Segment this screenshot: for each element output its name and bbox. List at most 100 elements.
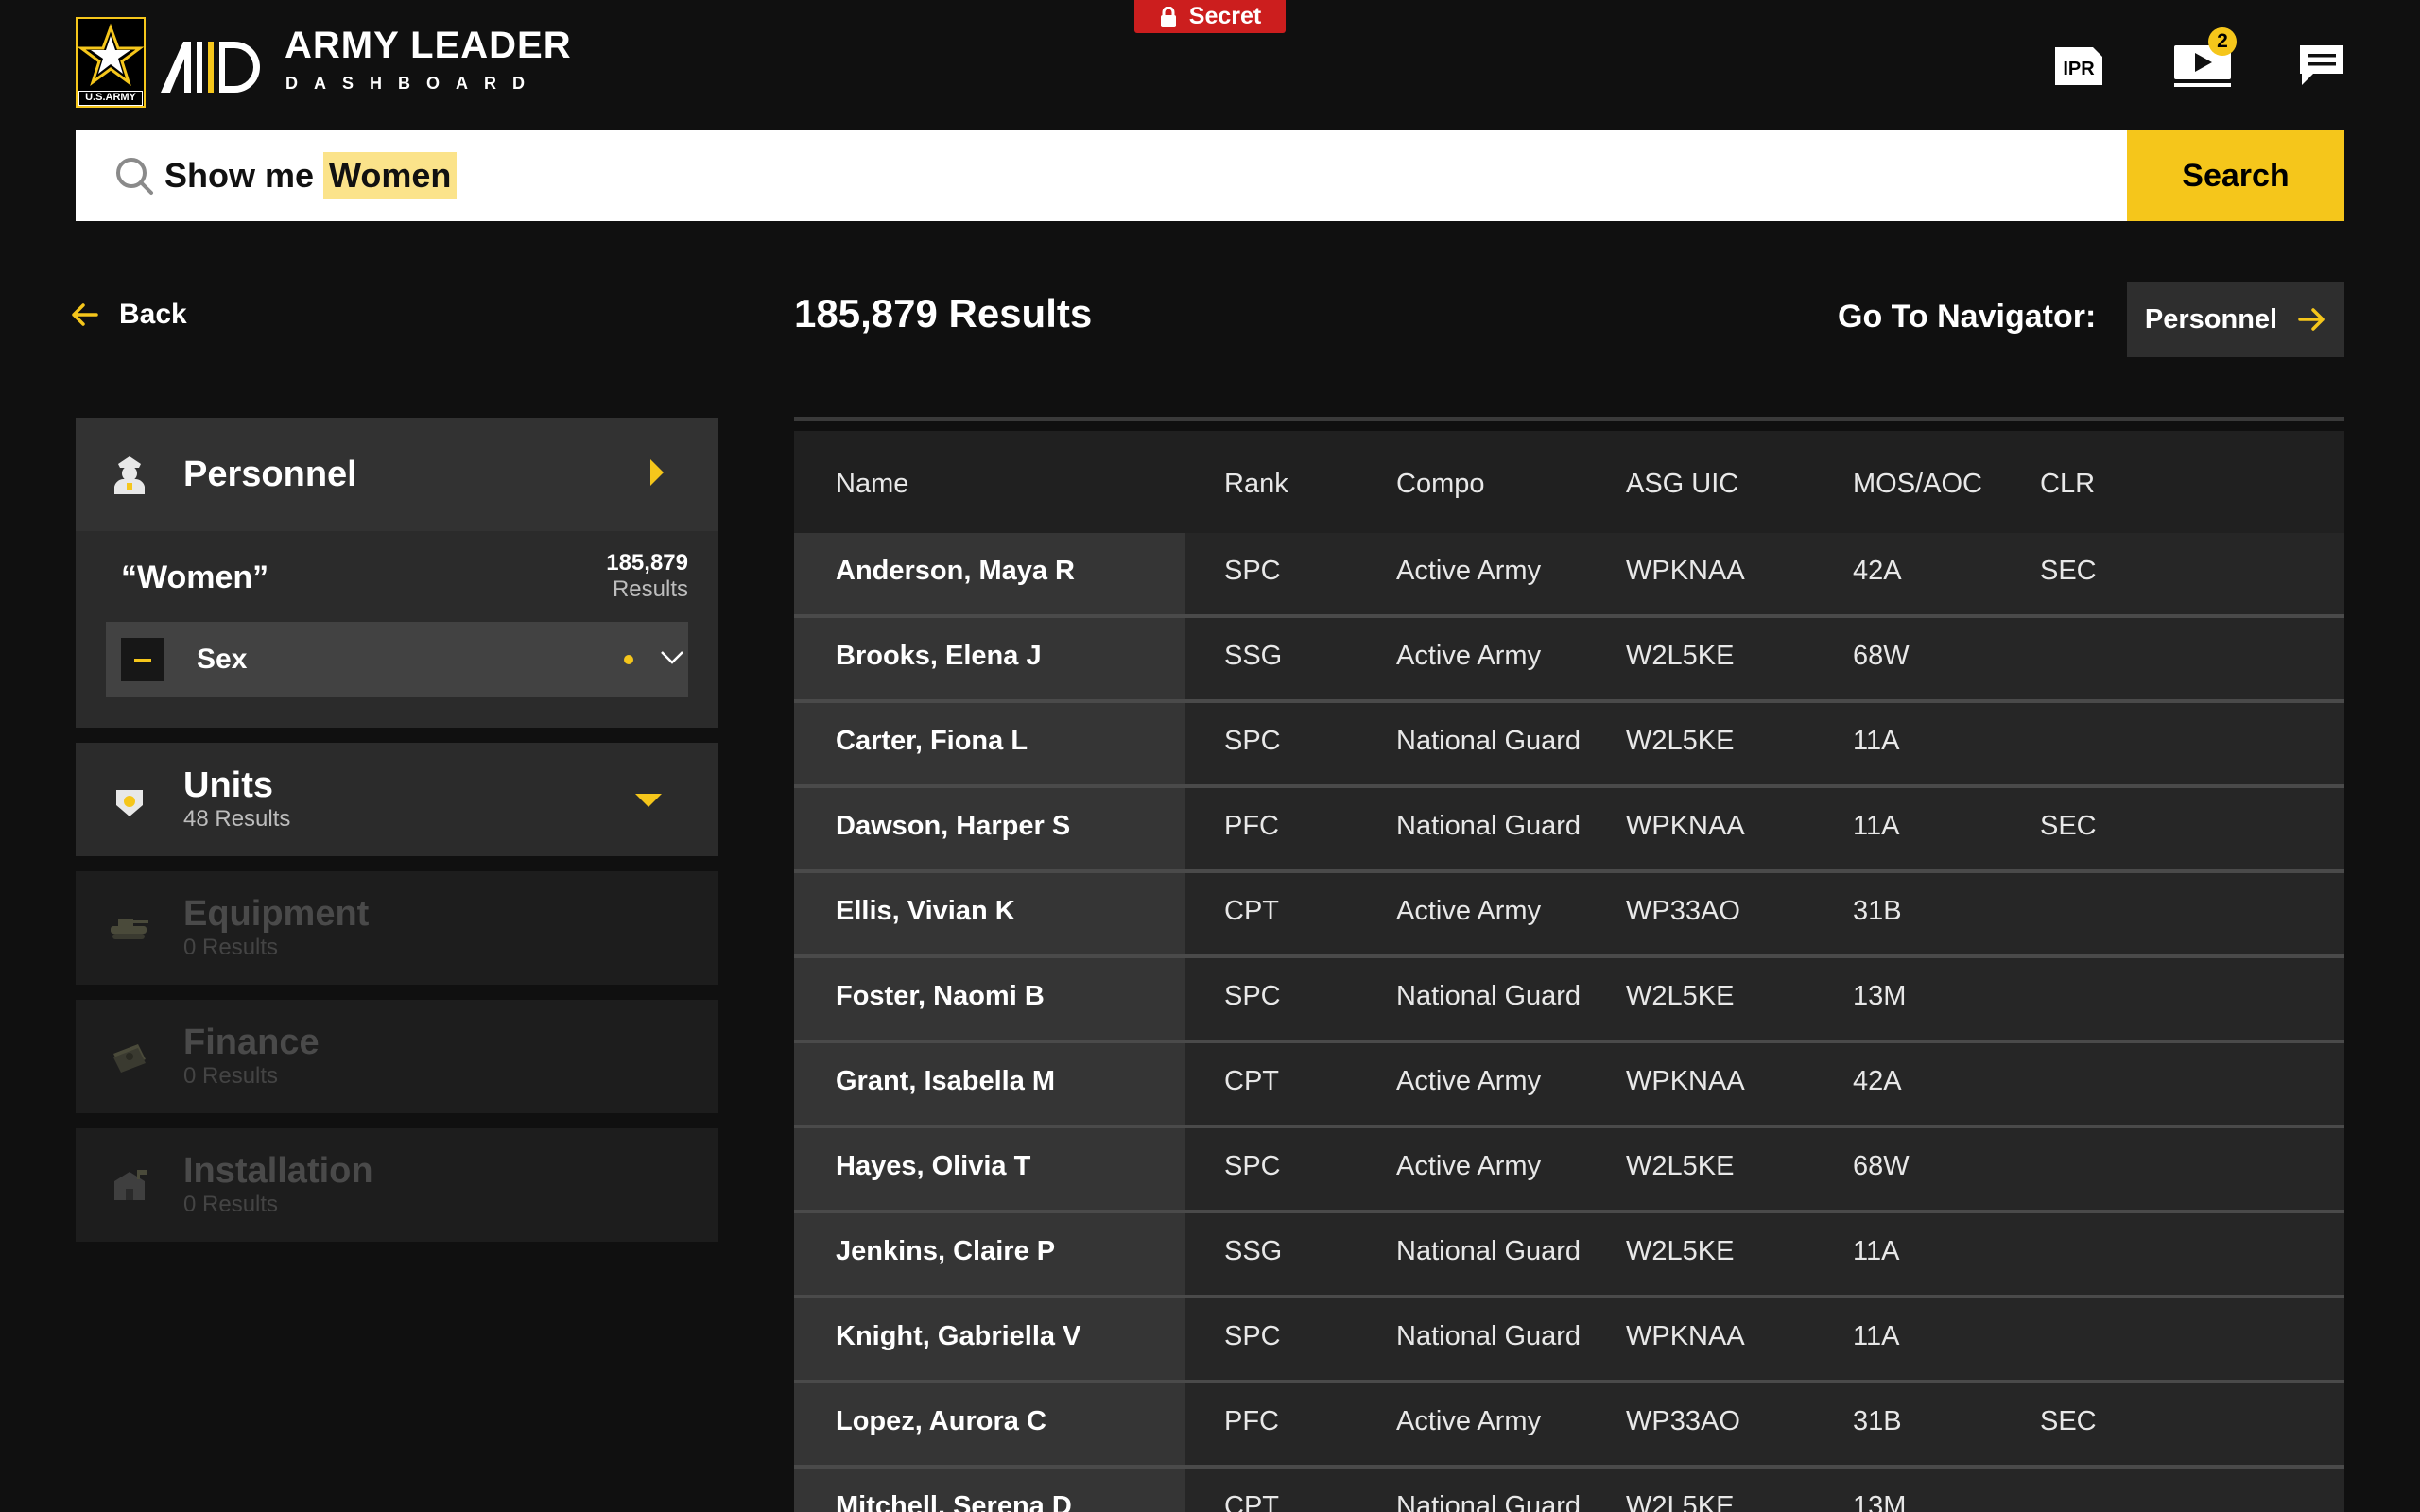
equipment-card-title: Equipment: [183, 894, 370, 934]
chevron-right-icon: [650, 459, 664, 486]
table-row[interactable]: Mitchell, Serena D CPT National Guard W2L5K…: [794, 1469, 2344, 1512]
chat-button[interactable]: [2295, 36, 2348, 93]
app-title: ARMY LEADER: [285, 25, 572, 66]
navigator-button-label: Personnel: [2144, 303, 2278, 335]
cell-name: Dawson, Harper S: [836, 811, 1071, 841]
cell-compo: National Guard: [1396, 1236, 1582, 1266]
units-card[interactable]: Units 48 Results: [76, 743, 718, 856]
table-row[interactable]: Jenkins, Claire P SSG National Guard W2L5KE…: [794, 1213, 2344, 1295]
tank-icon: [111, 919, 148, 939]
cell-compo: Active Army: [1396, 1066, 1542, 1096]
column-header-mos-aoc[interactable]: MOS/AOC: [1853, 469, 1982, 500]
table-row[interactable]: Brooks, Elena J SSG Active Army W2L5KE 68W: [794, 618, 2344, 699]
navigator-label: Go To Navigator:: [1838, 299, 2097, 335]
table-row[interactable]: Lopez, Aurora C PFC Active Army WP33AO 31B SE…: [794, 1383, 2344, 1465]
table-row[interactable]: Knight, Gabriella V SPC National Guard WPKN…: [794, 1298, 2344, 1380]
cell-rank: CPT: [1224, 1066, 1279, 1096]
cell-rank: SPC: [1224, 726, 1281, 756]
cell-compo: Active Army: [1396, 556, 1542, 586]
cell-clr: SEC: [2040, 556, 2097, 586]
minus-icon: [134, 658, 151, 662]
cell-rank: PFC: [1224, 811, 1279, 841]
table-row[interactable]: Ellis, Vivian K CPT Active Army WP33AO 31B: [794, 873, 2344, 954]
cell-asg-uic: W2L5KE: [1626, 981, 1735, 1011]
cell-compo: National Guard: [1396, 726, 1582, 756]
cell-rank: SPC: [1224, 981, 1281, 1011]
column-header-asg-uic[interactable]: ASG UIC: [1626, 469, 1738, 500]
filter-sex[interactable]: Sex: [106, 622, 688, 697]
army-logo-label: U.S.ARMY: [78, 91, 143, 106]
cell-asg-uic: WPKNAA: [1626, 556, 1745, 586]
cell-rank: SPC: [1224, 1151, 1281, 1181]
back-label: Back: [119, 299, 187, 330]
units-card-subtitle: 48 Results: [183, 806, 291, 832]
building-icon: [114, 1170, 147, 1200]
table-row[interactable]: Anderson, Maya R SPC Active Army WPKNAA 42A S…: [794, 533, 2344, 614]
cell-asg-uic: WP33AO: [1626, 1406, 1740, 1436]
filter-active-dot: [624, 655, 633, 664]
soldier-icon: [114, 456, 145, 494]
cell-name: Anderson, Maya R: [836, 556, 1075, 586]
cell-compo: Active Army: [1396, 1406, 1542, 1436]
query-count: 185,879 Results: [606, 550, 688, 603]
app-subtitle: DASHBOARD: [285, 74, 541, 93]
personnel-card-header[interactable]: Personnel: [76, 418, 718, 531]
cell-asg-uic: W2L5KE: [1626, 726, 1735, 756]
remove-filter-button[interactable]: [121, 638, 164, 681]
table-row[interactable]: Dawson, Harper S PFC National Guard WPKNAA 1…: [794, 788, 2344, 869]
arrow-right-icon: [2298, 308, 2325, 331]
cell-mos-aoc: 11A: [1853, 811, 1900, 841]
cell-rank: SPC: [1224, 1321, 1281, 1351]
finance-card-subtitle: 0 Results: [183, 1063, 279, 1089]
cell-compo: Active Army: [1396, 641, 1542, 671]
cell-name: Hayes, Olivia T: [836, 1151, 1031, 1181]
cell-rank: SSG: [1224, 1236, 1283, 1266]
search-button[interactable]: Search: [2127, 130, 2344, 221]
cell-mos-aoc: 42A: [1853, 1066, 1902, 1096]
cell-name: Lopez, Aurora C: [836, 1406, 1046, 1436]
cell-compo: National Guard: [1396, 981, 1582, 1011]
cell-compo: National Guard: [1396, 1321, 1582, 1351]
cell-mos-aoc: 13M: [1853, 981, 1907, 1011]
chevron-down-icon: [635, 794, 662, 807]
navigator-personnel-button[interactable]: Personnel: [2127, 282, 2344, 357]
equipment-card: Equipment 0 Results: [76, 871, 718, 985]
search-icon: [116, 158, 153, 195]
ipr-button[interactable]: IPR: [2053, 36, 2106, 93]
cell-asg-uic: W2L5KE: [1626, 1491, 1735, 1512]
table-row[interactable]: Carter, Fiona L SPC National Guard W2L5KE 11…: [794, 703, 2344, 784]
cell-mos-aoc: 68W: [1853, 1151, 1910, 1181]
results-count: 185,879 Results: [794, 291, 1093, 335]
search-bar: Show me Women Search: [76, 130, 2344, 221]
personnel-card: Personnel “Women” 185,879 Results Sex: [76, 418, 718, 728]
cell-asg-uic: W2L5KE: [1626, 641, 1735, 671]
cell-mos-aoc: 11A: [1853, 726, 1900, 756]
column-header-compo[interactable]: Compo: [1396, 469, 1485, 500]
back-button[interactable]: Back: [70, 299, 187, 331]
cell-compo: National Guard: [1396, 1491, 1582, 1512]
table-row[interactable]: Foster, Naomi B SPC National Guard W2L5KE 13…: [794, 958, 2344, 1040]
column-header-clr[interactable]: CLR: [2040, 469, 2095, 500]
cell-mos-aoc: 11A: [1853, 1236, 1900, 1266]
cell-mos-aoc: 31B: [1853, 896, 1902, 926]
table-row[interactable]: Hayes, Olivia T SPC Active Army W2L5KE 68W: [794, 1128, 2344, 1210]
column-header-rank[interactable]: Rank: [1224, 469, 1288, 500]
cell-name: Brooks, Elena J: [836, 641, 1042, 671]
table-top-divider: [794, 417, 2344, 421]
cell-compo: Active Army: [1396, 896, 1542, 926]
cell-asg-uic: WPKNAA: [1626, 811, 1745, 841]
cell-name: Jenkins, Claire P: [836, 1236, 1056, 1266]
table-header: Name Rank Compo ASG UIC MOS/AOC CLR: [794, 431, 2344, 533]
ipr-icon: IPR: [2055, 47, 2102, 85]
unit-insignia-icon: [116, 784, 143, 816]
cell-mos-aoc: 11A: [1853, 1321, 1900, 1351]
cell-rank: SPC: [1224, 556, 1281, 586]
column-header-name[interactable]: Name: [836, 469, 908, 500]
search-input[interactable]: Show me Women: [164, 130, 2127, 221]
table-row[interactable]: Grant, Isabella M CPT Active Army WPKNAA 42A: [794, 1043, 2344, 1125]
cell-rank: CPT: [1224, 896, 1279, 926]
cell-clr: SEC: [2040, 1406, 2097, 1436]
ipr-label: IPR: [2063, 59, 2095, 79]
chevron-down-icon[interactable]: [660, 648, 684, 667]
cell-name: Grant, Isabella M: [836, 1066, 1056, 1096]
